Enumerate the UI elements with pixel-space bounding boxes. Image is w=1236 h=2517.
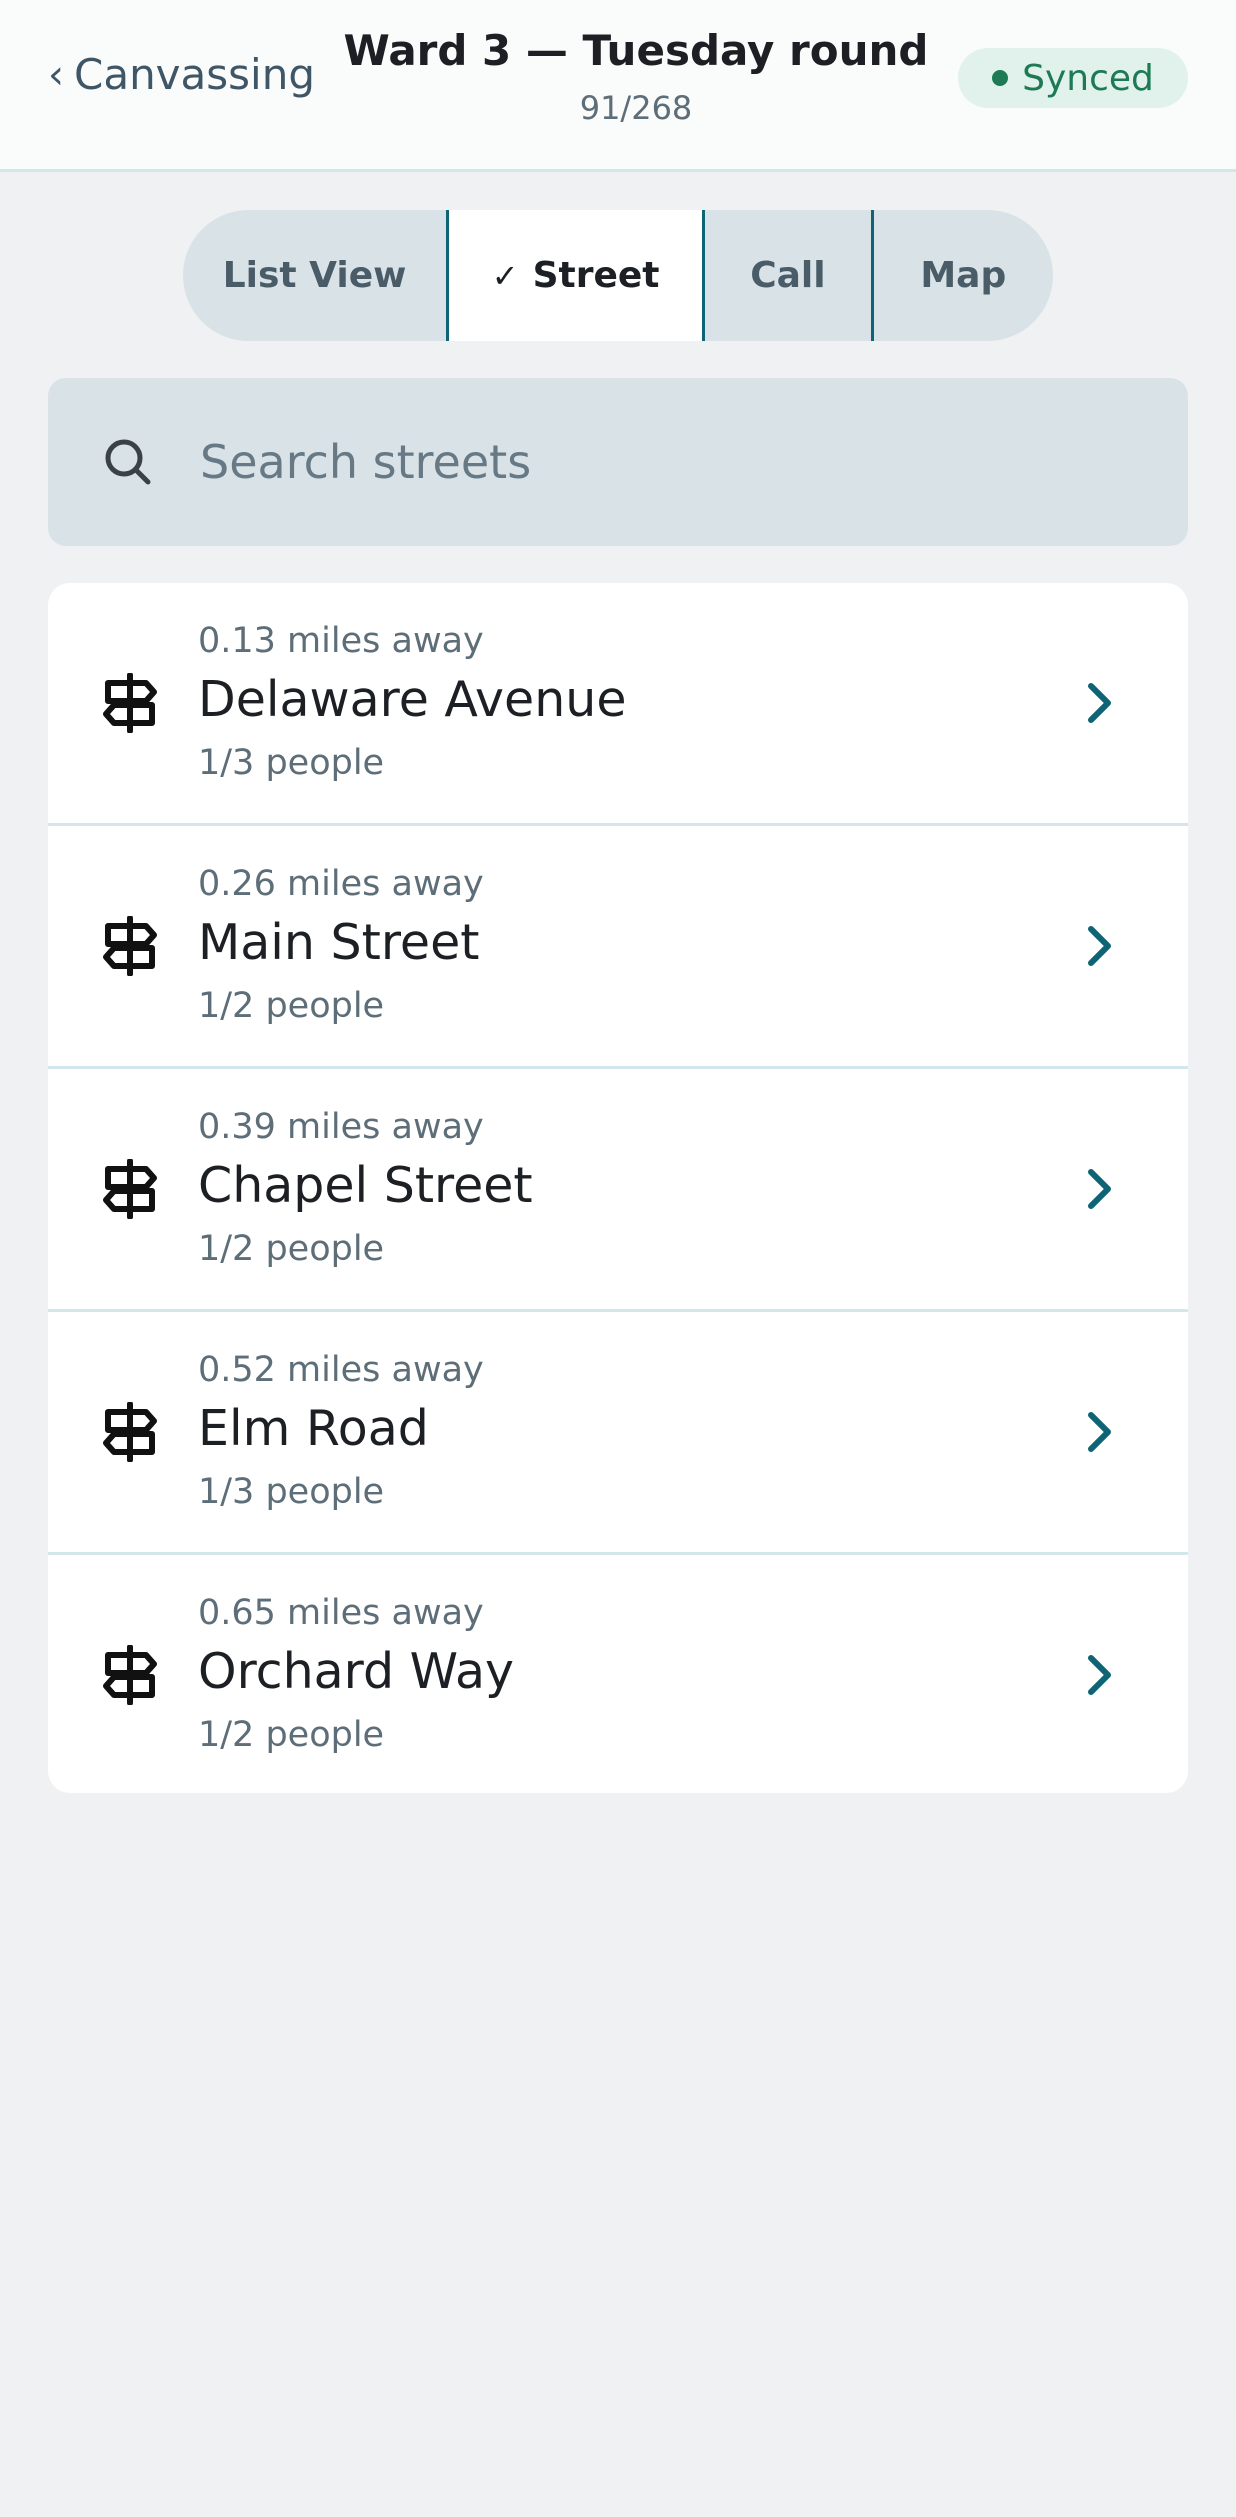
people-count: 1/3 people bbox=[198, 743, 385, 783]
tab-label: Map bbox=[920, 255, 1007, 296]
chevron-right-icon bbox=[1088, 1655, 1111, 1695]
distance-label: 0.13 miles away bbox=[198, 621, 484, 661]
tab-call[interactable]: Call bbox=[705, 210, 870, 341]
status-badge: Synced bbox=[958, 48, 1188, 108]
back-label: Canvassing bbox=[74, 50, 315, 99]
signpost-icon bbox=[103, 916, 157, 976]
street-list: 0.13 miles away Delaware Avenue 1/3 peop… bbox=[48, 583, 1188, 1793]
top-bar: ‹ Canvassing Ward 3 — Tuesday round 91/2… bbox=[0, 0, 1236, 172]
page-title: Ward 3 — Tuesday round bbox=[343, 26, 929, 75]
street-name: Orchard Way bbox=[198, 1643, 514, 1700]
distance-label: 0.26 miles away bbox=[198, 864, 484, 904]
search-input[interactable] bbox=[200, 418, 1160, 506]
back-button[interactable]: ‹ Canvassing bbox=[48, 50, 315, 99]
distance-label: 0.65 miles away bbox=[198, 1593, 484, 1633]
chevron-right-icon bbox=[1088, 926, 1111, 966]
search-bar bbox=[48, 378, 1188, 546]
street-name: Chapel Street bbox=[198, 1157, 533, 1214]
view-switcher: List View ✓ Street Call Map bbox=[183, 210, 1053, 341]
search-icon bbox=[105, 439, 151, 485]
distance-label: 0.52 miles away bbox=[198, 1350, 484, 1390]
list-item[interactable]: 0.13 miles away Delaware Avenue 1/3 peop… bbox=[48, 583, 1188, 826]
status-label: Synced bbox=[1022, 57, 1154, 99]
status-dot-icon bbox=[992, 70, 1009, 86]
signpost-icon bbox=[103, 1402, 157, 1462]
chevron-left-icon: ‹ bbox=[48, 51, 64, 98]
chevron-right-icon bbox=[1088, 1412, 1111, 1452]
distance-label: 0.39 miles away bbox=[198, 1107, 484, 1147]
tab-label: List View bbox=[222, 255, 407, 296]
checkmark-icon: ✓ bbox=[491, 256, 519, 295]
tab-street[interactable]: ✓ Street bbox=[449, 210, 703, 341]
people-count: 1/2 people bbox=[198, 1229, 385, 1269]
chevron-right-icon bbox=[1088, 1169, 1111, 1209]
list-item[interactable]: 0.52 miles away Elm Road 1/3 people bbox=[48, 1312, 1188, 1555]
signpost-icon bbox=[103, 1645, 157, 1705]
signpost-icon bbox=[103, 673, 157, 733]
list-item[interactable]: 0.26 miles away Main Street 1/2 people bbox=[48, 826, 1188, 1069]
street-name: Elm Road bbox=[198, 1400, 429, 1457]
tab-list-view[interactable]: List View bbox=[183, 210, 446, 341]
tab-label: Call bbox=[750, 255, 826, 296]
app-screen: ‹ Canvassing Ward 3 — Tuesday round 91/2… bbox=[0, 0, 1236, 2517]
street-name: Delaware Avenue bbox=[198, 671, 627, 728]
progress-count: 91/268 bbox=[579, 89, 693, 127]
street-name: Main Street bbox=[198, 914, 480, 971]
list-item[interactable]: 0.65 miles away Orchard Way 1/2 people bbox=[48, 1555, 1188, 1793]
people-count: 1/2 people bbox=[198, 1715, 385, 1755]
tab-map[interactable]: Map bbox=[874, 210, 1053, 341]
title-block: Ward 3 — Tuesday round 91/268 bbox=[300, 26, 972, 127]
people-count: 1/3 people bbox=[198, 1472, 385, 1512]
chevron-right-icon bbox=[1088, 683, 1111, 723]
list-item[interactable]: 0.39 miles away Chapel Street 1/2 people bbox=[48, 1069, 1188, 1312]
people-count: 1/2 people bbox=[198, 986, 385, 1026]
tab-label: Street bbox=[532, 255, 660, 296]
signpost-icon bbox=[103, 1159, 157, 1219]
